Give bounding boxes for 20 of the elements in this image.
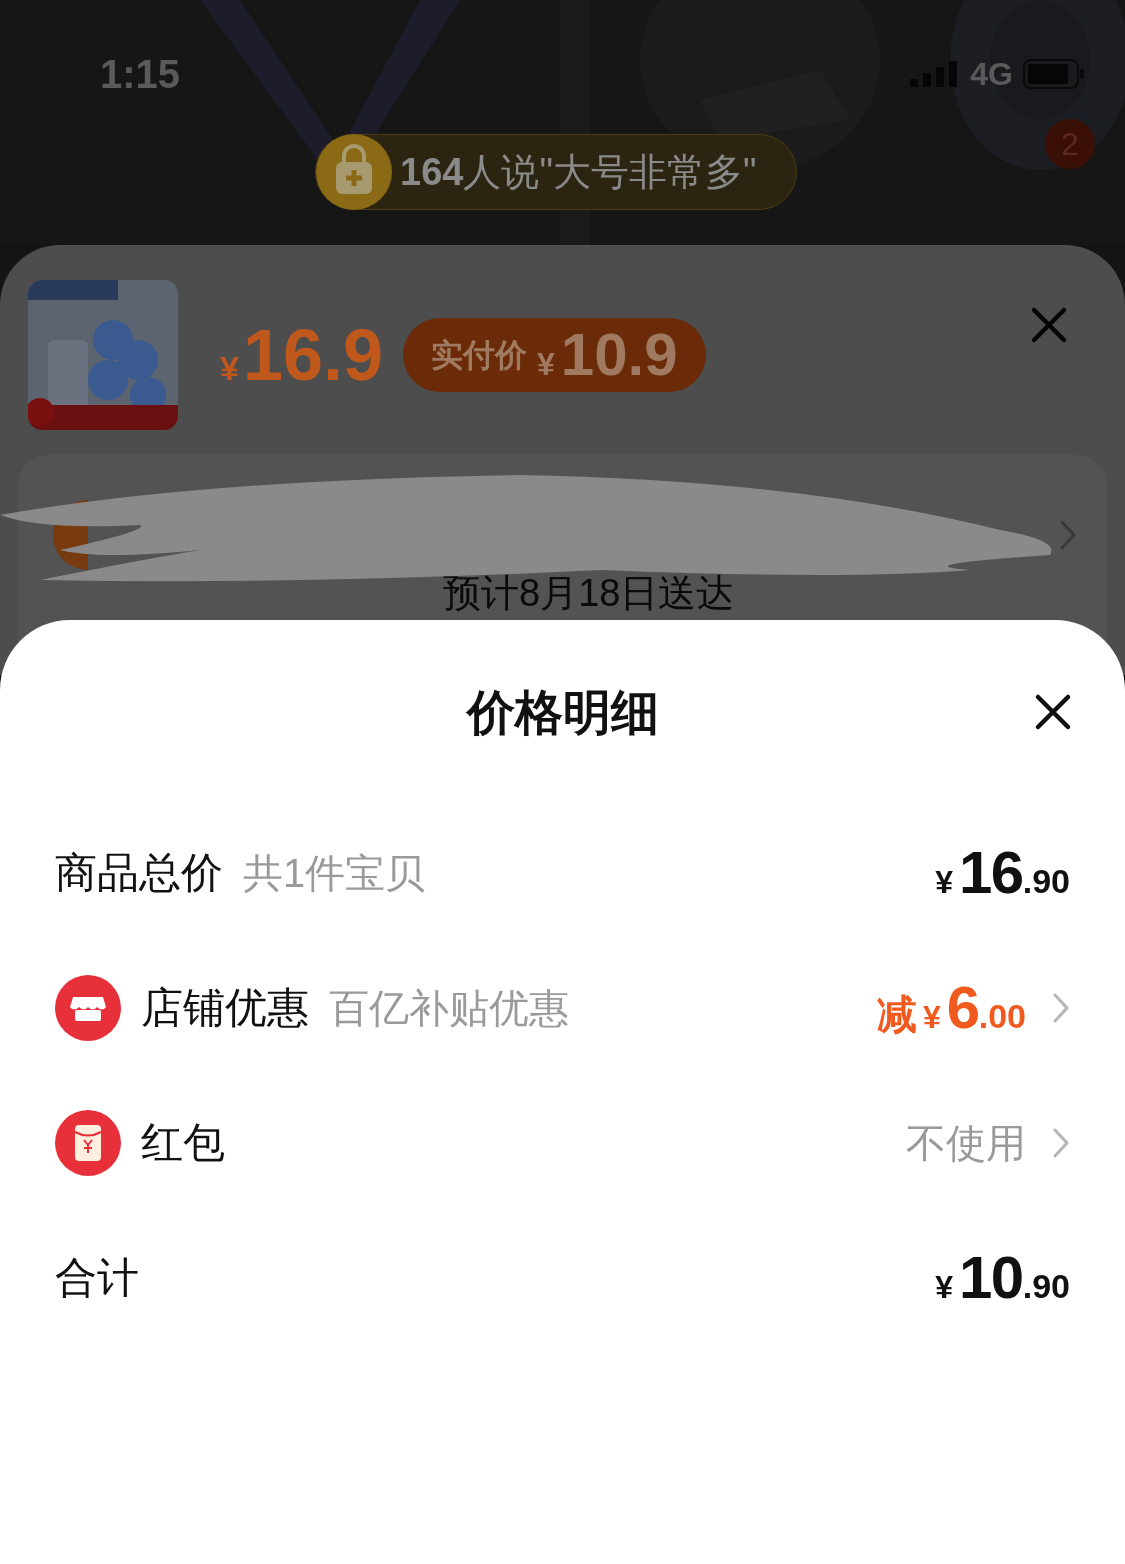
sheet-title: 价格明细 bbox=[466, 684, 659, 741]
price-amount: ¥6.00 bbox=[923, 972, 1026, 1043]
row-value: 不使用 bbox=[906, 1119, 1026, 1167]
review-banner[interactable]: 164人说"大号非常多" bbox=[315, 134, 798, 210]
row-label: 店铺优惠 bbox=[141, 983, 309, 1033]
review-text: 164人说"大号非常多" bbox=[400, 149, 757, 195]
pay-price: ¥10.9 bbox=[537, 320, 678, 390]
discount-label: 减 bbox=[877, 990, 918, 1038]
product-price: ¥16.9 bbox=[220, 314, 384, 397]
row-label: 红包 bbox=[141, 1118, 225, 1168]
pay-price-label: 实付价 bbox=[431, 336, 528, 375]
row-label: 合计 bbox=[55, 1253, 139, 1303]
price-amount: ¥10.90 bbox=[935, 1242, 1070, 1313]
delivery-text: 预计8月18日送达 bbox=[443, 571, 735, 616]
row-label: 商品总价 bbox=[55, 848, 223, 898]
row-note: 百亿补贴优惠 bbox=[329, 984, 569, 1032]
network-label: 4G bbox=[970, 55, 1013, 94]
row-note: 共1件宝贝 bbox=[243, 849, 426, 897]
status-time: 1:15 bbox=[100, 51, 181, 98]
price-amount: ¥16.90 bbox=[935, 837, 1070, 908]
